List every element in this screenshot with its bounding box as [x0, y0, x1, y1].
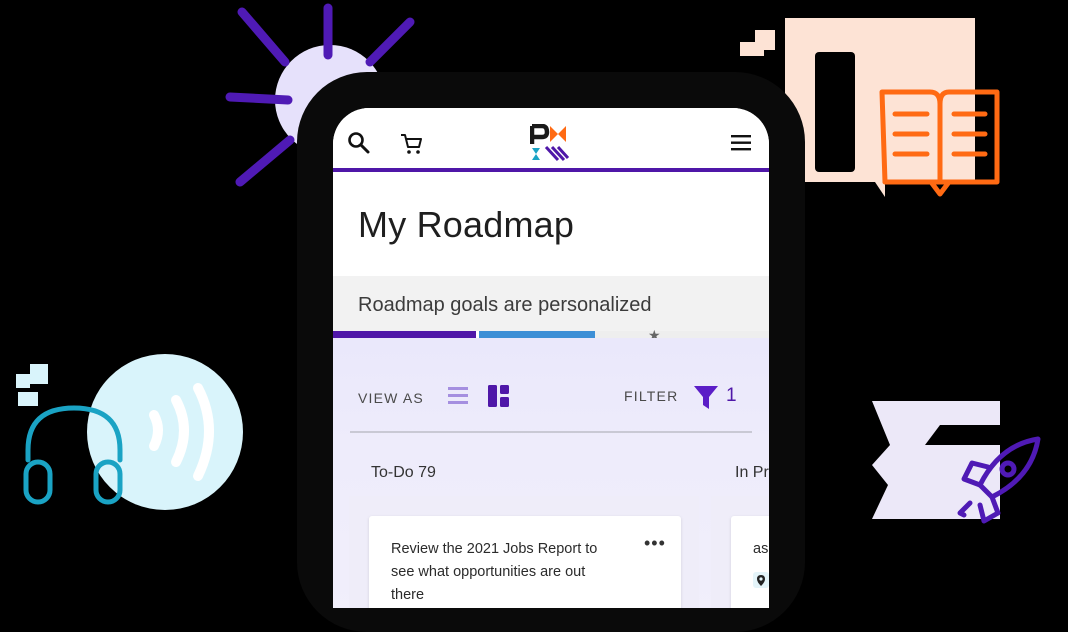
- banner-text: Roadmap goals are personalized: [358, 294, 652, 316]
- phone-screen: My Roadmap Roadmap goals are personalize…: [333, 108, 769, 608]
- column-title-todo: To-Do 79: [371, 464, 436, 481]
- cart-icon[interactable]: [400, 132, 424, 156]
- headphones-icon: [16, 354, 243, 510]
- top-nav-bar: [333, 108, 769, 172]
- filter-divider: [624, 431, 752, 433]
- page-title: My Roadmap: [358, 204, 575, 245]
- column-todo: Review the 2021 Jobs Report to see what …: [349, 496, 699, 608]
- more-options-icon[interactable]: •••: [644, 534, 666, 552]
- filter-count: 1: [726, 385, 737, 406]
- pmi-logo[interactable]: [530, 124, 570, 162]
- location-pin-icon: [753, 572, 769, 588]
- filter-icon[interactable]: [694, 384, 718, 410]
- hamburger-menu-icon[interactable]: [731, 134, 753, 152]
- progress-segment-in-progress: [479, 331, 595, 338]
- task-text: as: [753, 541, 769, 557]
- filter-label[interactable]: FILTER: [624, 388, 678, 404]
- progress-segment-remaining: [595, 331, 769, 338]
- task-text: Review the 2021 Jobs Report to see what …: [391, 541, 598, 603]
- task-card[interactable]: as: [731, 516, 769, 608]
- search-icon[interactable]: [347, 131, 371, 155]
- column-title-in-progress: In Pr: [735, 464, 769, 481]
- progress-segment-completed: [333, 331, 476, 338]
- board-view-icon[interactable]: [488, 385, 510, 407]
- list-view-icon[interactable]: [448, 387, 468, 405]
- view-as-divider: [350, 431, 624, 433]
- rocket-icon: [872, 401, 1041, 524]
- roadmap-board: VIEW AS FILTER 1 To-Do 79 Review the 202…: [333, 338, 769, 608]
- task-card[interactable]: Review the 2021 Jobs Report to see what …: [369, 516, 681, 608]
- view-as-label: VIEW AS: [358, 390, 424, 406]
- column-in-progress: as: [711, 496, 769, 608]
